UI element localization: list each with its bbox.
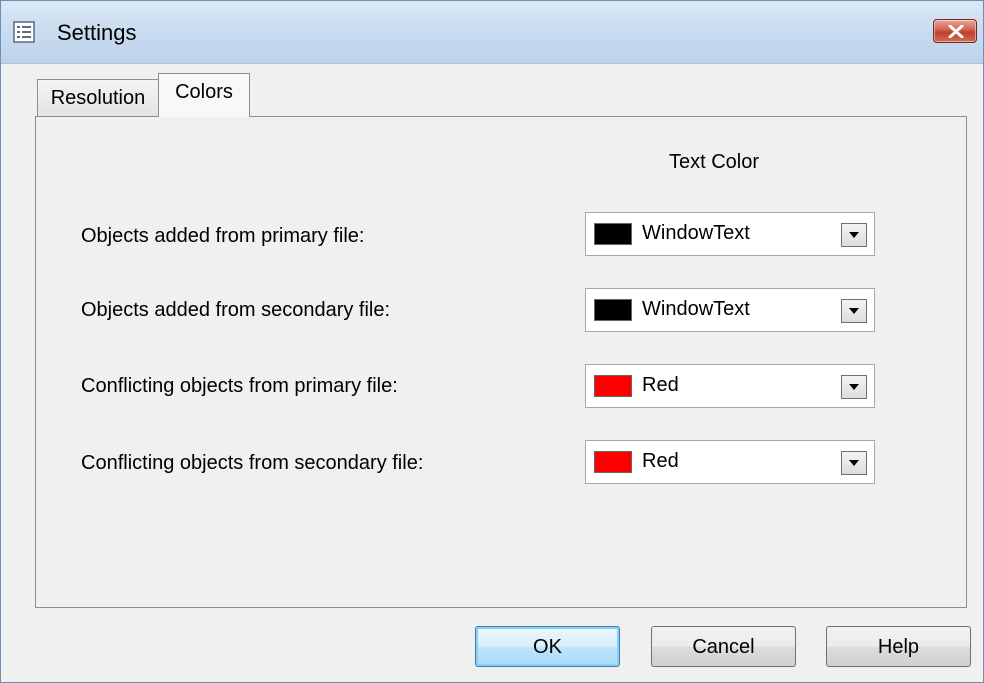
selected-color-value: WindowText xyxy=(642,222,750,244)
color-swatch xyxy=(594,451,632,473)
row-label-secondary-conflict: Conflicting objects from secondary file: xyxy=(81,452,424,474)
settings-list-icon xyxy=(13,21,35,43)
color-select-secondary-added[interactable]: WindowText xyxy=(585,288,875,332)
title-bar[interactable]: Settings xyxy=(1,1,983,64)
color-select-primary-conflict[interactable]: Red xyxy=(585,364,875,408)
row-label-secondary-added: Objects added from secondary file: xyxy=(81,299,391,321)
chevron-down-icon xyxy=(849,308,859,314)
dropdown-arrow-button[interactable] xyxy=(841,223,867,247)
tab-colors[interactable]: Colors xyxy=(158,73,250,117)
selected-color-value: Red xyxy=(642,450,679,472)
selected-color-value: Red xyxy=(642,374,679,396)
cancel-button[interactable]: Cancel xyxy=(651,626,796,667)
close-button[interactable] xyxy=(933,19,977,43)
window-title: Settings xyxy=(57,20,137,45)
row-label-primary-conflict: Conflicting objects from primary file: xyxy=(81,375,398,397)
settings-dialog: Settings Resolution Colors Text Color Ob… xyxy=(0,0,984,683)
tab-colors-label: Colors xyxy=(175,81,233,103)
chevron-down-icon xyxy=(849,384,859,390)
selected-color-value: WindowText xyxy=(642,298,750,320)
color-swatch xyxy=(594,299,632,321)
text-color-column-header: Text Color xyxy=(669,151,760,173)
help-button[interactable]: Help xyxy=(826,626,971,667)
color-swatch xyxy=(594,223,632,245)
dropdown-arrow-button[interactable] xyxy=(841,299,867,323)
dropdown-arrow-button[interactable] xyxy=(841,451,867,475)
color-swatch xyxy=(594,375,632,397)
color-select-primary-added[interactable]: WindowText xyxy=(585,212,875,256)
row-label-primary-added: Objects added from primary file: xyxy=(81,225,365,247)
color-select-secondary-conflict[interactable]: Red xyxy=(585,440,875,484)
ok-button[interactable]: OK xyxy=(475,626,620,667)
dropdown-arrow-button[interactable] xyxy=(841,375,867,399)
chevron-down-icon xyxy=(849,232,859,238)
chevron-down-icon xyxy=(849,460,859,466)
tab-resolution-label: Resolution xyxy=(50,87,146,109)
tab-resolution[interactable]: Resolution xyxy=(37,79,159,116)
colors-tab-panel xyxy=(35,116,967,608)
